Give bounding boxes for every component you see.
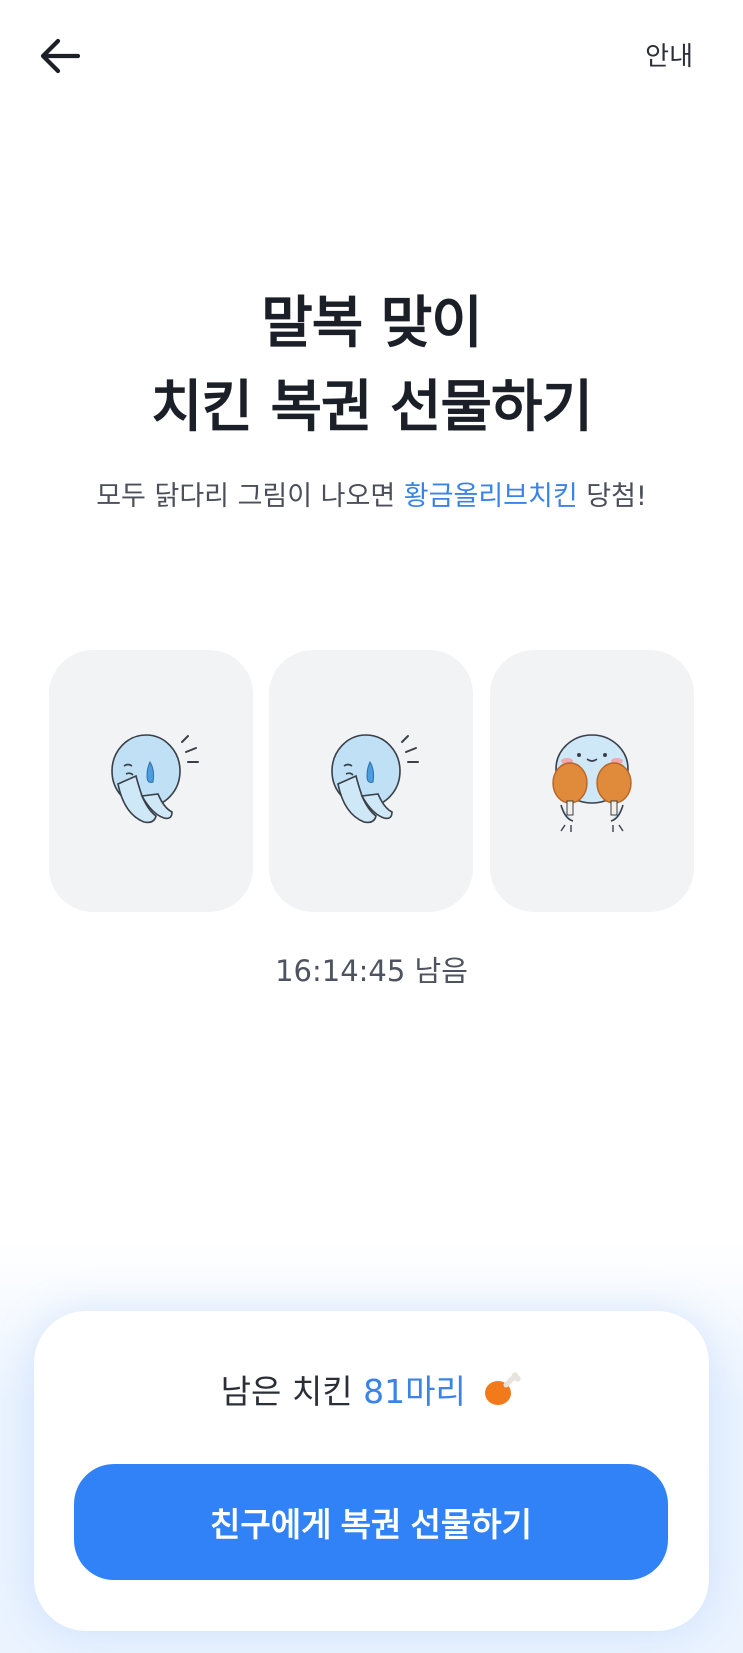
remaining-prefix: 남은 치킨 xyxy=(220,1372,364,1411)
lottery-slot-3 xyxy=(490,650,694,912)
lottery-slot-1 xyxy=(49,650,253,912)
top-bar: 안내 xyxy=(0,0,743,112)
drumstick-icon xyxy=(482,1371,522,1417)
remaining-chicken: 남은 치킨 81마리 xyxy=(34,1365,709,1417)
character-holding-drumsticks-icon xyxy=(552,734,632,832)
gift-lottery-button[interactable]: 친구에게 복권 선물하기 xyxy=(74,1464,668,1580)
subtitle-suffix: 당첨! xyxy=(577,481,647,512)
sweating-praying-character-icon xyxy=(331,734,419,824)
page-title: 말복 맞이 치킨 복권 선물하기 xyxy=(0,282,743,450)
sweating-praying-character-icon xyxy=(111,734,199,824)
subtitle-prefix: 모두 닭다리 그림이 나오면 xyxy=(96,481,404,512)
title-line-1: 말복 맞이 xyxy=(261,291,483,356)
back-button[interactable] xyxy=(30,28,90,84)
remaining-count: 81마리 xyxy=(363,1372,466,1411)
arrow-left-icon xyxy=(40,38,81,74)
bottom-card: 남은 치킨 81마리 친구에게 복권 선물하기 xyxy=(34,1311,709,1631)
title-line-2: 치킨 복권 선물하기 xyxy=(150,375,593,440)
lottery-slot-2 xyxy=(269,650,473,912)
info-link[interactable]: 안내 xyxy=(645,36,693,73)
countdown-timer: 16:14:45 남음 xyxy=(275,954,468,988)
subtitle-highlight: 황금올리브치킨 xyxy=(403,481,578,512)
subtitle: 모두 닭다리 그림이 나오면 황금올리브치킨 당첨! xyxy=(0,474,743,513)
lottery-slots xyxy=(49,650,694,912)
